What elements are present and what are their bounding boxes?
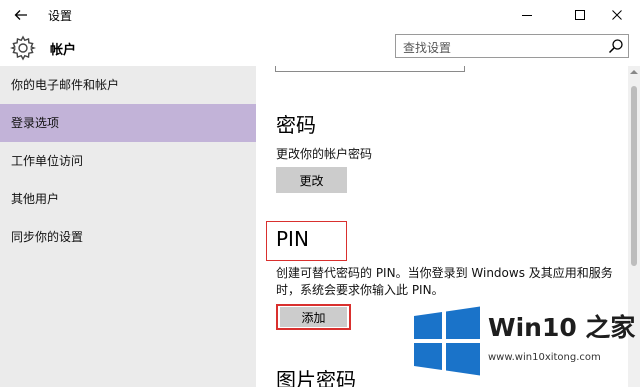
gear-icon bbox=[10, 35, 36, 61]
pin-section-title: PIN bbox=[276, 227, 309, 251]
minimize-button[interactable] bbox=[504, 0, 550, 30]
minimize-icon bbox=[522, 15, 532, 16]
sidebar-item-sign-in-options[interactable]: 登录选项 bbox=[0, 104, 256, 142]
previous-section-box bbox=[275, 66, 465, 72]
watermark-url: www.win10xitong.com bbox=[488, 352, 601, 363]
sidebar-item-label: 工作单位访问 bbox=[11, 154, 84, 168]
sidebar-item-work-access[interactable]: 工作单位访问 bbox=[0, 142, 256, 180]
close-button[interactable] bbox=[594, 0, 640, 30]
header: 帐户 查找设置 bbox=[0, 30, 640, 66]
page-title: 帐户 bbox=[50, 43, 77, 58]
sidebar-item-label: 其他用户 bbox=[11, 192, 60, 206]
watermark: Win10 之家 www.win10xitong.com bbox=[412, 300, 637, 384]
sidebar-item-other-users[interactable]: 其他用户 bbox=[0, 180, 256, 218]
close-icon bbox=[612, 10, 622, 20]
scroll-up-icon[interactable] bbox=[630, 68, 638, 76]
sidebar-item-label: 同步你的设置 bbox=[11, 230, 84, 244]
back-button[interactable] bbox=[8, 4, 34, 26]
sidebar: 你的电子邮件和帐户 登录选项 工作单位访问 其他用户 同步你的设置 bbox=[0, 66, 256, 387]
search-input[interactable]: 查找设置 bbox=[395, 34, 629, 58]
back-arrow-icon bbox=[14, 10, 27, 20]
change-password-button[interactable]: 更改 bbox=[276, 167, 347, 193]
picture-password-section-title: 图片密码 bbox=[276, 368, 356, 387]
password-section-title: 密码 bbox=[276, 113, 316, 137]
search-placeholder: 查找设置 bbox=[403, 41, 452, 55]
windows-logo-icon bbox=[414, 306, 480, 376]
sidebar-item-label: 你的电子邮件和帐户 bbox=[11, 78, 120, 92]
maximize-icon bbox=[575, 10, 585, 20]
pin-description-line1: 创建可替代密码的 PIN。当你登录到 Windows 及其应用和服务 bbox=[276, 266, 613, 280]
title-bar: 设置 bbox=[0, 0, 640, 30]
sidebar-item-sync-settings[interactable]: 同步你的设置 bbox=[0, 218, 256, 256]
password-description: 更改你的帐户密码 bbox=[276, 147, 373, 161]
window-title: 设置 bbox=[48, 9, 73, 23]
search-icon[interactable] bbox=[608, 38, 624, 54]
watermark-name: Win10 之家 bbox=[488, 313, 636, 342]
sidebar-item-email-accounts[interactable]: 你的电子邮件和帐户 bbox=[0, 66, 256, 104]
add-pin-button[interactable]: 添加 bbox=[280, 307, 347, 327]
pin-description-line2: 时，系统会要求你输入此 PIN。 bbox=[276, 283, 444, 297]
scroll-thumb[interactable] bbox=[631, 86, 637, 266]
sidebar-item-label: 登录选项 bbox=[11, 116, 60, 130]
